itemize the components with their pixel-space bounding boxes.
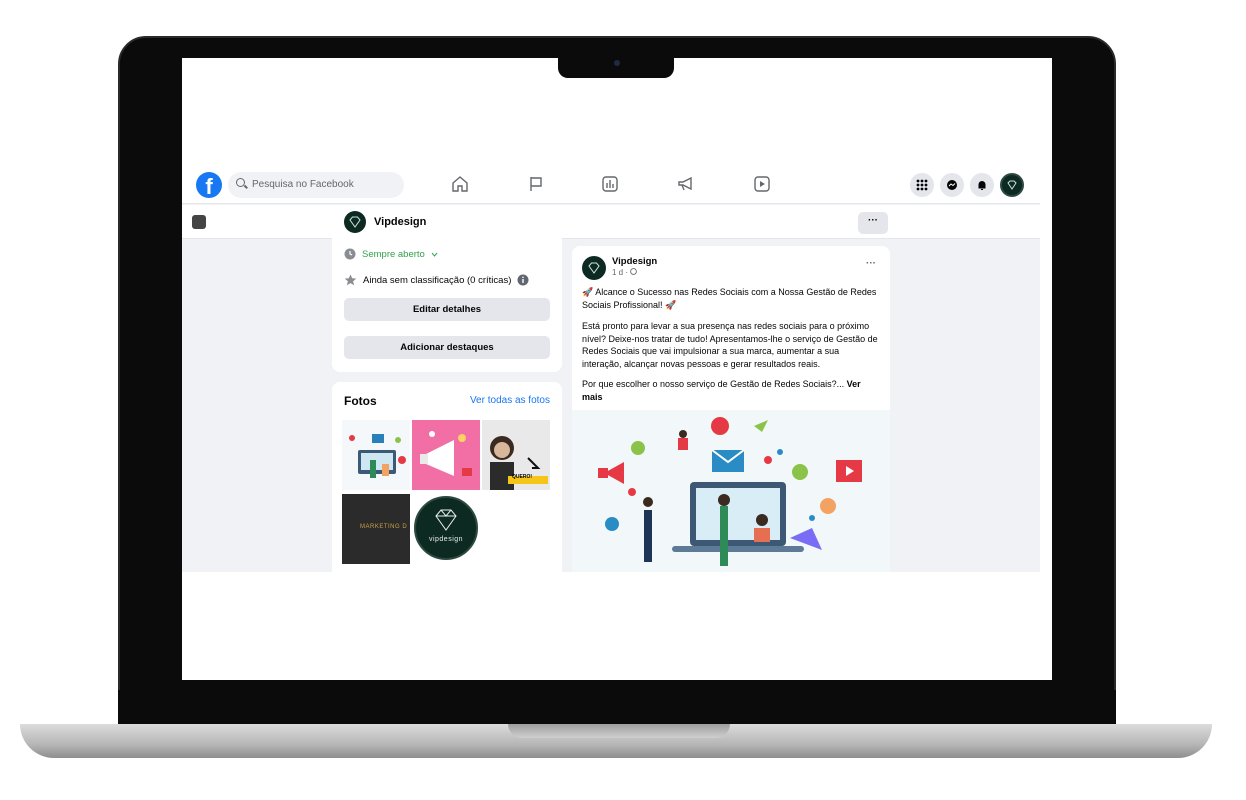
rating-text: Ainda sem classificação (0 críticas) <box>363 274 512 286</box>
camera-icon <box>614 60 620 66</box>
photo-badge-text: QUERO! <box>512 474 532 480</box>
post-author-avatar[interactable] <box>582 256 606 280</box>
post-author-name[interactable]: Vipdesign <box>612 256 657 267</box>
search-input[interactable]: Pesquisa no Facebook <box>228 172 404 198</box>
hours-text[interactable]: Sempre aberto <box>362 249 425 260</box>
photo-thumb[interactable] <box>342 420 410 490</box>
page-info-card: Sempre aberto Ainda sem classificação (0… <box>332 238 562 372</box>
add-highlights-button[interactable]: Adicionar destaques <box>344 336 550 359</box>
facebook-logo-icon[interactable]: f <box>196 172 222 198</box>
diamond-logo-icon <box>349 216 361 228</box>
post-body: Está pronto para levar a sua presença na… <box>582 321 878 369</box>
screen-right-area <box>1040 160 1052 680</box>
megaphone-icon[interactable] <box>676 174 696 194</box>
photos-card: Fotos Ver todas as fotos QUERO! MARKETIN… <box>332 382 562 572</box>
photo-thumb[interactable] <box>412 420 480 490</box>
chevron-down-icon[interactable] <box>431 252 438 257</box>
browser-screen: f Pesquisa no Facebook Vipdesign ··· Sem… <box>182 164 1040 572</box>
social-media-marketing-illustration <box>598 417 862 566</box>
see-all-photos-link[interactable]: Ver todas as fotos <box>470 395 550 406</box>
search-icon <box>236 178 245 187</box>
star-icon <box>344 274 357 286</box>
social-media-illustration <box>349 434 406 478</box>
search-placeholder: Pesquisa no Facebook <box>252 179 354 190</box>
home-icon[interactable] <box>450 174 470 194</box>
post-more-button[interactable]: ··· <box>866 258 876 269</box>
photo-thumb[interactable]: QUERO! <box>482 420 550 490</box>
megaphone-illustration <box>420 431 472 476</box>
page-header-bar: Vipdesign ··· <box>182 205 1040 239</box>
hours-row: Sempre aberto <box>344 248 438 260</box>
page-more-button[interactable]: ··· <box>858 212 888 234</box>
profile-avatar[interactable] <box>1000 173 1024 197</box>
menu-grid-icon[interactable] <box>910 173 934 197</box>
sidebar-toggle-icon[interactable] <box>192 215 206 229</box>
clock-icon <box>344 248 356 260</box>
vipdesign-logo: vipdesign <box>414 496 478 560</box>
page-name[interactable]: Vipdesign <box>374 216 426 228</box>
globe-icon <box>630 268 638 275</box>
photo-thumb-text: MARKETING D <box>360 524 408 530</box>
photos-title: Fotos <box>344 394 377 408</box>
flag-icon[interactable] <box>526 174 546 194</box>
photo-thumb[interactable]: MARKETING D <box>342 494 410 564</box>
facebook-top-nav: f Pesquisa no Facebook <box>182 164 1040 204</box>
laptop-groove <box>508 724 730 738</box>
post-card: Vipdesign 1 d · ··· 🚀 Alcance o Sucesso … <box>572 246 890 572</box>
rating-row: Ainda sem classificação (0 críticas) <box>344 274 529 286</box>
diamond-logo-icon <box>588 262 600 274</box>
diamond-logo-icon <box>1007 180 1017 190</box>
post-image[interactable] <box>572 410 890 572</box>
photo-thumb[interactable]: vipdesign <box>412 494 480 564</box>
laptop-chin <box>118 690 1116 726</box>
post-teaser-text: Por que escolher o nosso serviço de Gest… <box>582 379 845 389</box>
post-timestamp[interactable]: 1 d · <box>612 268 638 277</box>
messenger-icon[interactable] <box>940 173 964 197</box>
vipdesign-logo-text: vipdesign <box>428 536 464 543</box>
bell-icon[interactable] <box>970 173 994 197</box>
post-time-text: 1 d · <box>612 268 631 277</box>
video-icon[interactable] <box>752 174 772 194</box>
insights-icon[interactable] <box>600 174 620 194</box>
edit-details-button[interactable]: Editar detalhes <box>344 298 550 321</box>
screen-bottom-area <box>182 572 1052 680</box>
post-headline: 🚀 Alcance o Sucesso nas Redes Sociais co… <box>582 287 877 310</box>
page-avatar[interactable] <box>344 211 366 233</box>
post-teaser: Por que escolher o nosso serviço de Gest… <box>582 378 878 403</box>
info-icon[interactable] <box>517 274 529 286</box>
